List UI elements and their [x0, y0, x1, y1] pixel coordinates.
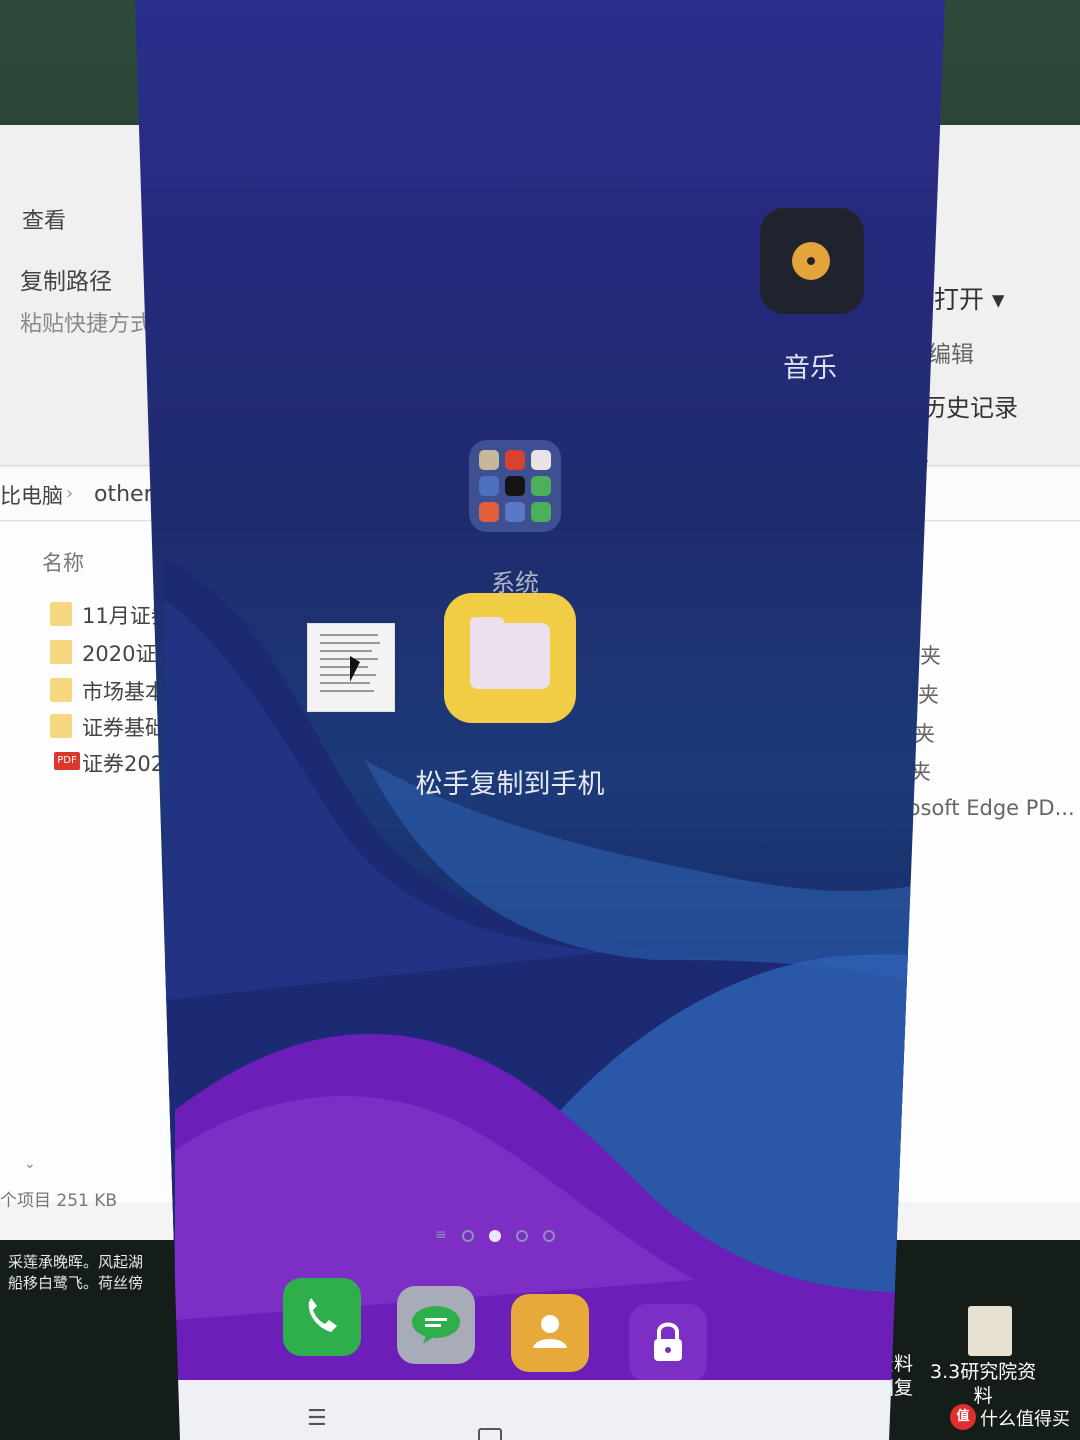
thumb-text-line: [320, 666, 368, 668]
contacts-app-icon[interactable]: [511, 1294, 589, 1372]
breadcrumb-other[interactable]: other: [94, 482, 153, 507]
page-dot-active[interactable]: [489, 1230, 501, 1242]
padlock-icon: [654, 1322, 682, 1361]
folder-icon-body: [470, 623, 550, 689]
column-header-name[interactable]: 名称: [42, 547, 84, 577]
watermark-text: 什么值得买: [980, 1409, 1070, 1430]
dragged-file-preview[interactable]: [307, 623, 395, 712]
status-bar-text: 个项目 251 KB: [0, 1191, 118, 1211]
open-button[interactable]: 打开 ▾: [934, 280, 1005, 316]
chevron-down-icon: ▾: [991, 285, 1005, 314]
system-folder-icon[interactable]: [469, 440, 561, 532]
app-mini-icon: [505, 450, 525, 470]
drop-to-copy-hint: 松手复制到手机: [415, 769, 605, 800]
thumb-text-line: [320, 658, 378, 660]
folder-icon: [50, 714, 72, 738]
app-mini-icon: [479, 502, 499, 522]
phone-handset-icon: [308, 1298, 337, 1332]
phone-app-icon[interactable]: [283, 1278, 361, 1356]
music-app-icon[interactable]: [760, 208, 864, 314]
messages-app-icon[interactable]: [397, 1286, 475, 1364]
nav-menu-icon[interactable]: ☰: [307, 1406, 327, 1431]
paste-shortcut-button[interactable]: 粘贴快捷方式: [20, 306, 152, 338]
chat-bubble-icon: [412, 1306, 460, 1344]
pdf-icon: PDF: [54, 752, 80, 770]
thumb-text-line: [320, 690, 374, 692]
app-mini-icon: [479, 450, 499, 470]
app-mini-icon: [531, 476, 551, 496]
thumb-text-line: [320, 682, 370, 684]
nav-home-icon[interactable]: [478, 1428, 502, 1440]
watermark-logo-icon: 值: [950, 1404, 976, 1430]
app-mini-icon: [531, 502, 551, 522]
mouse-cursor-icon: [350, 656, 360, 682]
page-menu-icon: ≡: [435, 1227, 447, 1243]
chevron-down-icon[interactable]: ⌄: [24, 1156, 36, 1172]
page-dot[interactable]: [462, 1230, 474, 1242]
open-label: 打开: [934, 285, 985, 314]
lock-app-icon[interactable]: [629, 1304, 707, 1382]
music-disc-icon: [792, 242, 830, 280]
phone-mirror-window[interactable]: 音乐 系统 松手复制到手机 ≡ ☰: [135, 0, 945, 1440]
app-mini-icon: [505, 476, 525, 496]
breadcrumb-this-pc[interactable]: 比电脑: [0, 480, 63, 510]
file-manager-drop-target[interactable]: [444, 593, 576, 723]
label-line: 3.3研究院资: [930, 1361, 1037, 1383]
page-dot[interactable]: [543, 1230, 555, 1242]
navigation-bar: [135, 1380, 945, 1440]
music-app-label: 音乐: [783, 353, 837, 384]
file-name: 市场基本: [82, 680, 166, 704]
desktop-icon-label: 3.3研究院资 料: [930, 1360, 1036, 1408]
thumb-text-line: [320, 674, 376, 676]
poem-line: 采莲承晚晖。风起湖: [8, 1253, 144, 1271]
app-mini-icon: [479, 476, 499, 496]
thumb-text-line: [320, 642, 380, 644]
file-name: 证券202: [82, 752, 165, 776]
file-name: 证券基础: [82, 716, 166, 740]
app-mini-icon: [531, 450, 551, 470]
copy-path-button[interactable]: 复制路径: [20, 262, 112, 296]
person-icon: [533, 1315, 567, 1348]
folder-icon: [50, 602, 72, 626]
thumb-text-line: [320, 650, 372, 652]
document-icon[interactable]: [968, 1306, 1012, 1356]
edit-button[interactable]: 编辑: [928, 335, 974, 369]
page-dot[interactable]: [516, 1230, 528, 1242]
poem-line: 船移白鹭飞。荷丝傍: [8, 1274, 144, 1292]
thumb-text-line: [320, 634, 378, 636]
breadcrumb-separator-icon: ›: [66, 483, 74, 504]
folder-icon: [50, 678, 72, 702]
app-mini-icon: [505, 502, 525, 522]
history-button[interactable]: 历史记录: [922, 388, 1018, 423]
folder-icon: [50, 640, 72, 664]
ribbon-tab-view[interactable]: 查看: [22, 203, 66, 235]
desktop-wallpaper-text: 采莲承晚晖。风起湖 船移白鹭飞。荷丝傍: [8, 1252, 143, 1294]
